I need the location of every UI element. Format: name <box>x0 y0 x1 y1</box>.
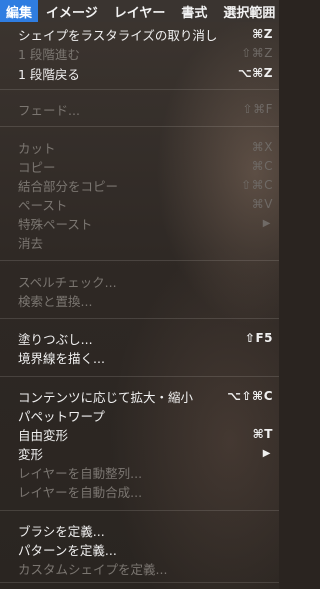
menu-item-label: 消去 <box>18 235 44 251</box>
menu-item-label: ブラシを定義... <box>18 523 105 539</box>
menubar-image[interactable]: イメージ <box>38 0 106 22</box>
menu-item-label: レイヤーを自動整列... <box>18 465 143 481</box>
menu-item-define-brush[interactable]: ブラシを定義... <box>0 520 279 540</box>
menu-item-shortcut: ⌘X <box>251 140 273 154</box>
menu-item-fill[interactable]: 塗りつぶし... ⇧F5 <box>0 328 279 348</box>
menu-item-undo-rasterize-shape[interactable]: シェイプをラスタライズの取り消し ⌘Z <box>0 24 279 44</box>
menu-item-shortcut: ⌘C <box>251 159 273 173</box>
menu-item-free-transform[interactable]: 自由変形 ⌘T <box>0 424 279 444</box>
menu-item-stroke[interactable]: 境界線を描く... <box>0 347 279 367</box>
menu-item-shortcut: ⇧⌘F <box>242 102 273 116</box>
menu-item-label: 境界線を描く... <box>18 350 105 366</box>
menu-item-label: コピー <box>18 159 56 175</box>
menu-item-label: カスタムシェイプを定義... <box>18 561 168 577</box>
menu-item-label: スペルチェック... <box>18 274 117 290</box>
menu-item-step-forward[interactable]: 1 段階進む ⇧⌘Z <box>0 43 279 63</box>
menubar-edit[interactable]: 編集 <box>0 0 39 22</box>
submenu-arrow-icon: ▶ <box>262 447 271 459</box>
edit-menu-dropdown: シェイプをラスタライズの取り消し ⌘Z 1 段階進む ⇧⌘Z 1 段階戻る ⌥⌘… <box>0 22 279 589</box>
menu-item-transform[interactable]: 変形 ▶ <box>0 443 279 463</box>
menu-item-shortcut: ⇧F5 <box>244 331 273 345</box>
menu-item-label: 検索と置換... <box>18 293 93 309</box>
menu-item-spell-check[interactable]: スペルチェック... <box>0 271 279 291</box>
menu-item-define-pattern[interactable]: パターンを定義... <box>0 539 279 559</box>
menu-item-fade[interactable]: フェード... ⇧⌘F <box>0 99 279 119</box>
menubar-type[interactable]: 書式 <box>173 0 215 22</box>
menu-separator <box>0 89 279 90</box>
menu-item-shortcut: ⌘Z <box>252 27 273 41</box>
menu-bar: 編集 イメージ レイヤー 書式 選択範囲 <box>0 0 279 22</box>
menu-item-label: 1 段階戻る <box>18 66 80 82</box>
menu-separator <box>0 510 279 511</box>
menu-separator <box>0 376 279 377</box>
menu-item-label: コンテンツに応じて拡大・縮小 <box>18 389 194 405</box>
submenu-arrow-icon: ▶ <box>262 217 271 229</box>
menu-item-shortcut: ⇧⌘C <box>241 178 273 192</box>
menu-item-auto-blend-layers[interactable]: レイヤーを自動合成... <box>0 481 279 501</box>
menu-item-shortcut: ⇧⌘Z <box>241 46 273 60</box>
menu-item-auto-align-layers[interactable]: レイヤーを自動整列... <box>0 462 279 482</box>
menu-item-label: 1 段階進む <box>18 46 80 62</box>
menu-item-copy[interactable]: コピー ⌘C <box>0 156 279 176</box>
menu-item-find-replace[interactable]: 検索と置換... <box>0 290 279 310</box>
menu-item-puppet-warp[interactable]: パペットワープ <box>0 405 279 425</box>
menu-item-label: 特殊ペースト <box>18 216 93 232</box>
menu-item-label: レイヤーを自動合成... <box>18 484 143 500</box>
menu-item-label: 変形 <box>18 446 44 462</box>
menu-item-label: 塗りつぶし... <box>18 331 93 347</box>
menu-item-clear[interactable]: 消去 <box>0 232 279 252</box>
menu-item-label: 自由変形 <box>18 427 69 443</box>
menu-item-label: パターンを定義... <box>18 542 117 558</box>
menu-item-shortcut: ⌥⌘Z <box>237 66 273 80</box>
menu-item-step-backward[interactable]: 1 段階戻る ⌥⌘Z <box>0 63 279 83</box>
menu-separator <box>0 126 279 127</box>
menubar-select[interactable]: 選択範囲 <box>215 0 283 22</box>
menu-item-define-custom-shape[interactable]: カスタムシェイプを定義... <box>0 558 279 578</box>
menu-item-shortcut: ⌘T <box>252 427 273 441</box>
menu-item-label: ペースト <box>18 197 68 213</box>
menu-item-label: シェイプをラスタライズの取り消し <box>18 27 218 43</box>
menu-separator <box>0 318 279 319</box>
menu-item-shortcut: ⌥⇧⌘C <box>227 389 273 403</box>
menu-item-shortcut: ⌘V <box>251 197 273 211</box>
menu-separator <box>0 582 279 583</box>
menu-item-paste-special[interactable]: 特殊ペースト ▶ <box>0 213 279 233</box>
menu-item-paste[interactable]: ペースト ⌘V <box>0 194 279 214</box>
menu-item-content-aware-scale[interactable]: コンテンツに応じて拡大・縮小 ⌥⇧⌘C <box>0 386 279 406</box>
menu-item-label: カット <box>18 140 56 156</box>
menu-item-cut[interactable]: カット ⌘X <box>0 137 279 157</box>
menu-separator <box>0 260 279 261</box>
menubar-layer[interactable]: レイヤー <box>106 0 174 22</box>
menu-item-label: パペットワープ <box>18 408 105 424</box>
menu-item-label: 結合部分をコピー <box>18 178 119 194</box>
menu-item-copy-merged[interactable]: 結合部分をコピー ⇧⌘C <box>0 175 279 195</box>
menu-item-label: フェード... <box>18 102 80 118</box>
